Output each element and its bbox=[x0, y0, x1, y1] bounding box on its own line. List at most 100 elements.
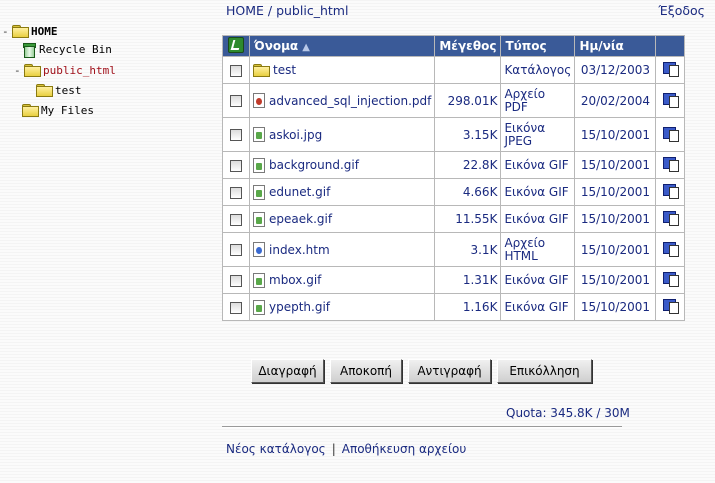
file-name[interactable]: askoi.jpg bbox=[269, 128, 322, 142]
file-name-cell[interactable]: mbox.gif bbox=[250, 267, 435, 293]
divider bbox=[222, 426, 622, 428]
row-checkbox-cell bbox=[223, 267, 249, 293]
image-file-icon bbox=[253, 157, 265, 173]
tree-node-public-html[interactable]: - public_html bbox=[14, 61, 116, 79]
file-date: 15/10/2001 bbox=[575, 118, 656, 151]
file-name-cell[interactable]: background.gif bbox=[250, 152, 435, 178]
file-name-cell[interactable]: advanced_sql_injection.pdf bbox=[250, 84, 435, 117]
properties-cell bbox=[656, 57, 685, 83]
file-type-text: PDF bbox=[504, 99, 528, 114]
file-type-cell: Αρχείο HTML bbox=[501, 233, 575, 266]
file-type-cell: Εικόνα GIF bbox=[501, 179, 575, 205]
tree-node-home[interactable]: - HOME bbox=[2, 22, 58, 40]
file-name[interactable]: test bbox=[273, 63, 296, 77]
tree-label-recycle-bin: Recycle Bin bbox=[39, 42, 112, 56]
file-type-text: Εικόνα GIF bbox=[504, 157, 569, 172]
file-size: 22.8K bbox=[435, 152, 501, 178]
file-name[interactable]: epeaek.gif bbox=[269, 212, 332, 226]
file-type-cell: Εικόνα JPEG bbox=[501, 118, 575, 151]
tree-node-test[interactable]: test bbox=[36, 81, 82, 99]
row-checkbox[interactable] bbox=[230, 274, 242, 287]
properties-icon[interactable] bbox=[662, 184, 679, 199]
file-date: 15/10/2001 bbox=[575, 152, 656, 178]
file-name[interactable]: advanced_sql_injection.pdf bbox=[269, 94, 431, 108]
tree-label-public-html: public_html bbox=[43, 63, 116, 77]
table-row[interactable]: advanced_sql_injection.pdf 298.01K Αρχείο P… bbox=[223, 84, 685, 117]
properties-icon[interactable] bbox=[662, 211, 679, 226]
table-row[interactable]: askoi.jpg 3.15K Εικόνα JPEG 15/10/2001 bbox=[223, 118, 685, 151]
copy-button[interactable]: Αντιγραφή bbox=[408, 359, 491, 383]
upload-file-link[interactable]: Αποθήκευση αρχείου bbox=[342, 442, 467, 456]
paste-button[interactable]: Επικόλληση bbox=[497, 359, 592, 383]
row-checkbox[interactable] bbox=[230, 129, 242, 141]
row-checkbox[interactable] bbox=[230, 64, 242, 77]
properties-icon[interactable] bbox=[662, 299, 679, 314]
column-header-size[interactable]: Μέγεθος bbox=[435, 36, 501, 56]
table-row[interactable]: index.htm 3.1K Αρχείο HTML 15/10/2001 bbox=[223, 233, 685, 266]
properties-icon[interactable] bbox=[662, 157, 679, 172]
properties-icon[interactable] bbox=[662, 62, 679, 77]
collapse-toggle[interactable]: - bbox=[14, 64, 24, 77]
file-size: 3.15K bbox=[435, 118, 501, 151]
row-checkbox[interactable] bbox=[230, 301, 242, 314]
properties-cell bbox=[656, 118, 685, 151]
select-all-header[interactable] bbox=[223, 36, 249, 56]
file-size: 4.66K bbox=[435, 179, 501, 205]
link-separator: | bbox=[331, 442, 336, 456]
column-header-type[interactable]: Τύπος bbox=[501, 36, 575, 56]
properties-cell bbox=[656, 233, 685, 266]
table-row[interactable]: edunet.gif 4.66K Εικόνα GIF 15/10/2001 bbox=[223, 179, 685, 205]
file-name[interactable]: mbox.gif bbox=[269, 273, 321, 287]
file-size: 3.1K bbox=[435, 233, 501, 266]
recycle-bin-icon bbox=[22, 42, 36, 58]
new-folder-link[interactable]: Νέος κατάλογος bbox=[226, 442, 326, 456]
properties-icon[interactable] bbox=[662, 272, 679, 287]
table-row[interactable]: test Κατάλογος 03/12/2003 bbox=[223, 57, 685, 83]
table-row[interactable]: epeaek.gif 11.55K Εικόνα GIF 15/10/2001 bbox=[223, 206, 685, 232]
cut-button[interactable]: Αποκοπή bbox=[330, 359, 402, 383]
file-date: 15/10/2001 bbox=[575, 267, 656, 293]
tree-node-recycle-bin[interactable]: Recycle Bin bbox=[22, 40, 112, 58]
row-checkbox[interactable] bbox=[230, 213, 242, 226]
table-row[interactable]: ypepth.gif 1.16K Εικόνα GIF 15/10/2001 bbox=[223, 294, 685, 320]
tree-label-home: HOME bbox=[31, 24, 58, 38]
select-all-icon[interactable] bbox=[228, 36, 244, 53]
row-checkbox-cell bbox=[223, 152, 249, 178]
file-name-cell[interactable]: index.htm bbox=[250, 233, 435, 266]
file-name-cell[interactable]: test bbox=[250, 57, 435, 83]
file-type-cell: Εικόνα GIF bbox=[501, 267, 575, 293]
delete-button[interactable]: Διαγραφή bbox=[251, 359, 324, 383]
table-row[interactable]: background.gif 22.8K Εικόνα GIF 15/10/2001 bbox=[223, 152, 685, 178]
tree-node-my-files[interactable]: My Files bbox=[22, 101, 94, 119]
file-date: 15/10/2001 bbox=[575, 233, 656, 266]
table-row[interactable]: mbox.gif 1.31K Εικόνα GIF 15/10/2001 bbox=[223, 267, 685, 293]
row-checkbox-cell bbox=[223, 84, 249, 117]
row-checkbox[interactable] bbox=[230, 159, 242, 172]
folder-icon bbox=[36, 84, 53, 97]
file-type-cell: Αρχείο PDF bbox=[501, 84, 575, 117]
tree-label-test: test bbox=[55, 83, 82, 97]
breadcrumb: HOME / public_html bbox=[226, 3, 349, 18]
file-name[interactable]: edunet.gif bbox=[269, 185, 330, 199]
file-name-cell[interactable]: ypepth.gif bbox=[250, 294, 435, 320]
row-checkbox[interactable] bbox=[230, 95, 242, 107]
properties-icon[interactable] bbox=[662, 241, 679, 257]
image-file-icon bbox=[253, 127, 265, 142]
row-checkbox[interactable] bbox=[230, 244, 242, 256]
collapse-toggle[interactable]: - bbox=[2, 25, 12, 38]
file-name[interactable]: index.htm bbox=[269, 243, 330, 257]
logout-link[interactable]: Έξοδος bbox=[658, 3, 705, 18]
file-table: Όνομα ▲ Μέγεθος Τύπος Ημ/νία test Κατάλογο… bbox=[222, 35, 686, 321]
row-checkbox[interactable] bbox=[230, 186, 242, 199]
file-name-cell[interactable]: epeaek.gif bbox=[250, 206, 435, 232]
file-type-text: Κατάλογος bbox=[504, 62, 572, 77]
file-name[interactable]: background.gif bbox=[269, 158, 359, 172]
file-name-cell[interactable]: edunet.gif bbox=[250, 179, 435, 205]
column-header-name[interactable]: Όνομα ▲ bbox=[250, 36, 435, 56]
properties-icon[interactable] bbox=[662, 92, 679, 108]
file-name[interactable]: ypepth.gif bbox=[269, 300, 330, 314]
properties-icon[interactable] bbox=[662, 126, 679, 142]
file-name-cell[interactable]: askoi.jpg bbox=[250, 118, 435, 151]
column-header-date[interactable]: Ημ/νία bbox=[575, 36, 656, 56]
row-checkbox-cell bbox=[223, 206, 249, 232]
